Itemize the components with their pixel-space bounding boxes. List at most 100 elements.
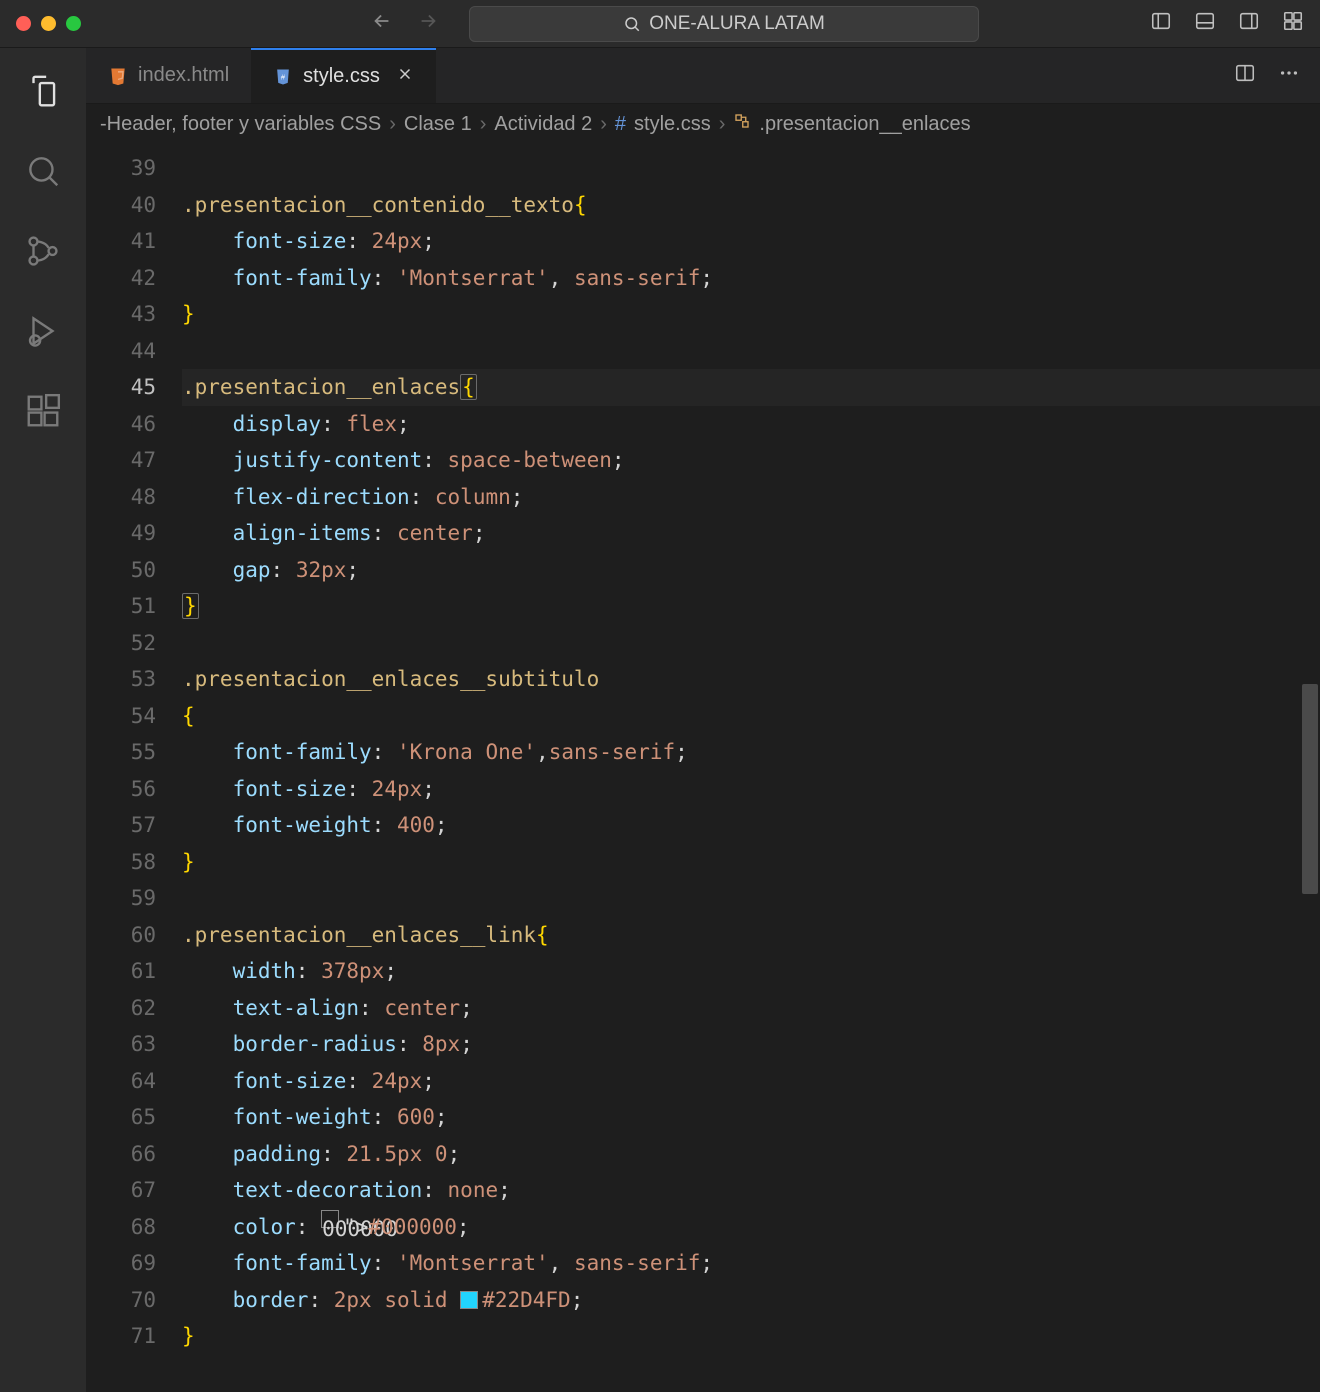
minimize-window-button[interactable] [41, 16, 56, 31]
code-line[interactable]: font-weight: 400; [182, 807, 1320, 844]
code-line[interactable]: display: flex; [182, 406, 1320, 443]
search-activity-icon[interactable] [24, 152, 62, 190]
breadcrumb[interactable]: -Header, footer y variables CSS › Clase … [86, 104, 1320, 144]
code-line[interactable]: .presentacion__enlaces__subtitulo [182, 661, 1320, 698]
line-number: 46 [86, 406, 156, 443]
code-line[interactable]: } [182, 588, 1320, 625]
line-number: 42 [86, 260, 156, 297]
code-line[interactable] [182, 880, 1320, 917]
code-line[interactable]: color: 000000">#000000; [182, 1209, 1320, 1246]
tab-index-html[interactable]: index.html [86, 48, 251, 103]
code-line[interactable]: text-decoration: none; [182, 1172, 1320, 1209]
command-center[interactable]: ONE-ALURA LATAM [469, 6, 979, 42]
line-number: 40 [86, 187, 156, 224]
line-number: 47 [86, 442, 156, 479]
customize-layout-icon[interactable] [1282, 10, 1304, 37]
breadcrumb-file[interactable]: style.css [634, 113, 711, 136]
tab-style-css[interactable]: # style.css [251, 48, 436, 103]
vertical-scrollbar[interactable] [1302, 684, 1318, 894]
code-line[interactable]: justify-content: space-between; [182, 442, 1320, 479]
code-line[interactable]: padding: 21.5px 0; [182, 1136, 1320, 1173]
code-line[interactable]: text-align: center; [182, 990, 1320, 1027]
code-line[interactable]: } [182, 296, 1320, 333]
line-number: 55 [86, 734, 156, 771]
breadcrumb-symbol[interactable]: .presentacion__enlaces [759, 113, 970, 136]
layout-sidebar-right-icon[interactable] [1238, 10, 1260, 37]
breadcrumb-part[interactable]: Clase 1 [404, 113, 472, 136]
line-number: 63 [86, 1026, 156, 1063]
line-number: 70 [86, 1282, 156, 1319]
tab-actions [1234, 48, 1320, 103]
more-actions-icon[interactable] [1278, 62, 1300, 89]
code-line[interactable]: flex-direction: column; [182, 479, 1320, 516]
code-line[interactable]: font-family: 'Montserrat', sans-serif; [182, 1245, 1320, 1282]
run-debug-icon[interactable] [24, 312, 62, 350]
line-number: 54 [86, 698, 156, 735]
code-line[interactable]: gap: 32px; [182, 552, 1320, 589]
line-number: 58 [86, 844, 156, 881]
line-number: 60 [86, 917, 156, 954]
line-number: 51 [86, 588, 156, 625]
css-file-icon: # [273, 67, 293, 87]
code-line[interactable] [182, 625, 1320, 662]
code-line[interactable]: font-family: 'Montserrat', sans-serif; [182, 260, 1320, 297]
symbol-icon [733, 112, 751, 136]
code-line[interactable]: width: 378px; [182, 953, 1320, 990]
code-line[interactable]: .presentacion__enlaces__link{ [182, 917, 1320, 954]
code-content[interactable]: .presentacion__contenido__texto{ font-si… [182, 144, 1320, 1392]
breadcrumb-part[interactable]: Actividad 2 [494, 113, 592, 136]
code-line[interactable]: border-radius: 8px; [182, 1026, 1320, 1063]
explorer-icon[interactable] [24, 72, 62, 110]
html-file-icon [108, 66, 128, 86]
layout-sidebar-left-icon[interactable] [1150, 10, 1172, 37]
extensions-icon[interactable] [24, 392, 62, 430]
tab-bar: index.html # style.css [86, 48, 1320, 104]
code-line[interactable]: font-weight: 600; [182, 1099, 1320, 1136]
code-area[interactable]: 3940414243444546474849505152535455565758… [86, 144, 1320, 1392]
breadcrumb-part[interactable]: -Header, footer y variables CSS [100, 113, 381, 136]
line-number: 50 [86, 552, 156, 589]
maximize-window-button[interactable] [66, 16, 81, 31]
code-line[interactable]: } [182, 1318, 1320, 1355]
layout-panel-bottom-icon[interactable] [1194, 10, 1216, 37]
line-number: 69 [86, 1245, 156, 1282]
titlebar-right [1150, 10, 1304, 37]
activity-bar [0, 48, 86, 1392]
code-line[interactable]: font-size: 24px; [182, 771, 1320, 808]
editor-area: index.html # style.css -Header, footer y… [86, 48, 1320, 1392]
code-line[interactable]: .presentacion__enlaces{ [182, 369, 1320, 406]
code-line[interactable]: border: 2px solid #22D4FD; [182, 1282, 1320, 1319]
command-center-text: ONE-ALURA LATAM [649, 13, 825, 35]
code-line[interactable]: align-items: center; [182, 515, 1320, 552]
gutter: 3940414243444546474849505152535455565758… [86, 144, 182, 1392]
search-icon [623, 15, 641, 33]
close-tab-button[interactable] [396, 65, 414, 89]
line-number: 44 [86, 333, 156, 370]
close-window-button[interactable] [16, 16, 31, 31]
line-number: 49 [86, 515, 156, 552]
tab-label: style.css [303, 65, 380, 88]
chevron-right-icon: › [600, 113, 607, 136]
code-line[interactable]: .presentacion__contenido__texto{ [182, 187, 1320, 224]
code-line[interactable] [182, 333, 1320, 370]
line-number: 48 [86, 479, 156, 516]
code-line[interactable]: { [182, 698, 1320, 735]
code-line[interactable]: } [182, 844, 1320, 881]
split-editor-icon[interactable] [1234, 62, 1256, 89]
line-number: 39 [86, 150, 156, 187]
source-control-icon[interactable] [24, 232, 62, 270]
code-line[interactable]: font-size: 24px; [182, 1063, 1320, 1100]
line-number: 64 [86, 1063, 156, 1100]
line-number: 67 [86, 1172, 156, 1209]
main: index.html # style.css -Header, footer y… [0, 48, 1320, 1392]
code-line[interactable]: font-family: 'Krona One',sans-serif; [182, 734, 1320, 771]
code-line[interactable] [182, 150, 1320, 187]
line-number: 52 [86, 625, 156, 662]
code-line[interactable]: font-size: 24px; [182, 223, 1320, 260]
line-number: 65 [86, 1099, 156, 1136]
nav-forward-button[interactable] [417, 10, 439, 37]
nav-back-button[interactable] [371, 10, 393, 37]
line-number: 53 [86, 661, 156, 698]
line-number: 68 [86, 1209, 156, 1246]
line-number: 57 [86, 807, 156, 844]
